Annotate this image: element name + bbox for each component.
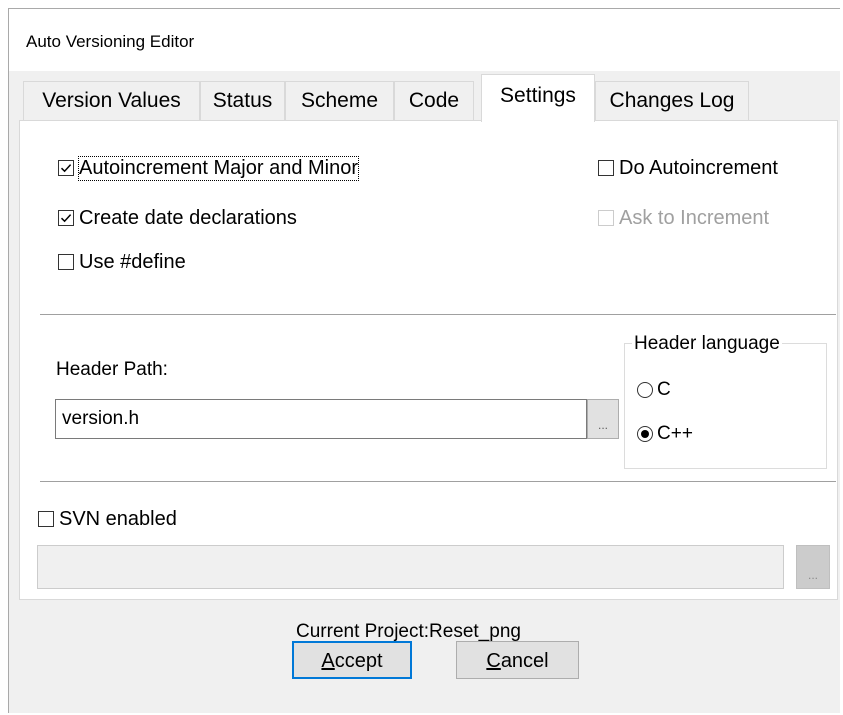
radio-cpp[interactable]: C++ (637, 423, 693, 445)
ask-to-increment-checkbox[interactable]: Ask to Increment (598, 205, 769, 231)
separator (40, 314, 836, 315)
cancel-label: ancel (500, 650, 549, 672)
checkbox-box (58, 254, 74, 270)
radio-label: C (657, 379, 671, 400)
tab-changes-log[interactable]: Changes Log (595, 81, 749, 121)
accept-button[interactable]: Accept (292, 641, 412, 679)
separator (40, 481, 836, 482)
accept-label: ccept (334, 650, 383, 672)
browse-label: ... (807, 568, 818, 582)
checkbox-box (38, 511, 54, 527)
checkbox-label: Autoincrement Major and Minor (77, 155, 360, 181)
do-autoincrement-checkbox[interactable]: Do Autoincrement (598, 155, 778, 181)
header-language-group (624, 343, 827, 469)
checkmark-icon (60, 214, 72, 223)
title-bar[interactable]: Auto Versioning Editor (9, 9, 840, 71)
tab-scheme[interactable]: Scheme (285, 81, 394, 121)
checkbox-box (58, 210, 74, 226)
current-project-label: Current Project:Reset_png (296, 621, 521, 642)
checkbox-box (58, 160, 74, 176)
tab-version-values[interactable]: Version Values (23, 81, 200, 121)
auto-versioning-editor-window: Auto Versioning Editor Version Values St… (8, 8, 840, 713)
radio-circle (637, 426, 653, 442)
tab-settings[interactable]: Settings (481, 74, 595, 122)
tab-label: Status (212, 89, 273, 112)
tab-label: Code (408, 89, 460, 112)
header-path-label: Header Path: (56, 359, 168, 380)
tab-code[interactable]: Code (394, 81, 474, 121)
settings-panel: Autoincrement Major and Minor Create dat… (19, 120, 838, 600)
window-title: Auto Versioning Editor (26, 32, 195, 51)
checkbox-label: Do Autoincrement (619, 156, 778, 179)
autoincrement-major-minor-checkbox[interactable]: Autoincrement Major and Minor (58, 155, 360, 181)
browse-label: ... (597, 418, 608, 432)
checkbox-label: Ask to Increment (619, 206, 770, 229)
radio-circle (637, 382, 653, 398)
accept-accelerator: A (321, 650, 335, 672)
checkbox-box (598, 160, 614, 176)
checkbox-label: Use #define (79, 250, 186, 273)
cancel-button[interactable]: Cancel (456, 641, 579, 679)
tab-label: Scheme (300, 89, 379, 112)
tab-label: Version Values (42, 89, 181, 112)
tab-status[interactable]: Status (200, 81, 285, 121)
radio-c[interactable]: C (637, 379, 671, 401)
header-path-input[interactable] (55, 399, 587, 439)
svn-path-browse-button[interactable]: ... (796, 545, 830, 589)
use-define-checkbox[interactable]: Use #define (58, 249, 186, 275)
checkmark-icon (60, 164, 72, 173)
header-language-legend: Header language (632, 333, 782, 355)
checkbox-label: SVN enabled (59, 507, 177, 530)
header-path-browse-button[interactable]: ... (587, 399, 619, 439)
create-date-declarations-checkbox[interactable]: Create date declarations (58, 205, 297, 231)
checkbox-box (598, 210, 614, 226)
tab-label: Changes Log (609, 89, 735, 112)
radio-label: C++ (657, 423, 693, 444)
checkbox-label: Create date declarations (79, 206, 297, 229)
svn-enabled-checkbox[interactable]: SVN enabled (38, 506, 177, 532)
cancel-accelerator: C (486, 650, 501, 672)
tab-label: Settings (500, 84, 576, 107)
svn-path-input[interactable] (37, 545, 784, 589)
